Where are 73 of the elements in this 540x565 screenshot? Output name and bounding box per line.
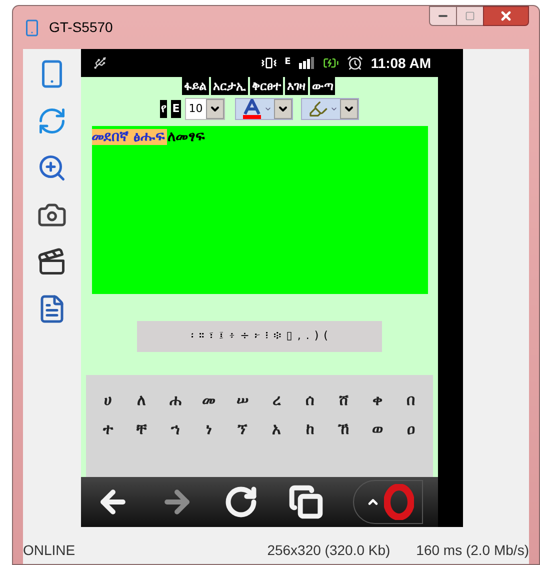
menu-item[interactable]: አርታኢ xyxy=(211,77,248,95)
dropdown-arrow-button[interactable] xyxy=(274,99,292,119)
punctuation-key[interactable]: ፥ xyxy=(229,328,236,345)
screen-size: 256x320 (320.0 Kb) xyxy=(267,541,390,560)
maximize-button[interactable] xyxy=(457,6,483,26)
punctuation-key[interactable]: ( xyxy=(324,328,328,345)
menu-item[interactable]: ውጣ xyxy=(310,77,335,95)
keyboard-key[interactable]: ሰ xyxy=(296,389,324,412)
minimize-button[interactable] xyxy=(429,6,457,26)
punctuation-key[interactable]: . xyxy=(306,328,310,345)
highlighter-icon xyxy=(308,99,328,119)
vibrate-icon xyxy=(260,55,277,71)
keyboard-key[interactable]: መ xyxy=(194,389,223,412)
script-button[interactable]: E xyxy=(171,100,181,118)
highlight-color-picker[interactable] xyxy=(300,98,359,120)
keyboard-key[interactable]: ቸ xyxy=(128,418,156,440)
punctuation-key[interactable]: ) xyxy=(314,328,319,345)
editor-text: መደበኛ ፅሑፍ ለመፃፍ xyxy=(92,129,204,145)
punctuation-key[interactable]: ፦ xyxy=(254,328,260,345)
dropdown-arrow-button[interactable] xyxy=(206,99,224,119)
window-title: GT-S5570 xyxy=(49,18,113,37)
keyboard-key[interactable]: አ xyxy=(262,418,290,440)
caret-icon xyxy=(330,105,338,113)
connection-status: ONLINE xyxy=(23,541,76,560)
punctuation-key[interactable]: ÷ xyxy=(240,328,250,345)
signal-icon xyxy=(298,57,315,69)
usb-icon xyxy=(93,56,107,70)
script-button[interactable]: የ xyxy=(160,100,168,118)
keyboard-key[interactable]: ኀ xyxy=(161,418,190,440)
keyboard-key[interactable]: ነ xyxy=(194,418,223,440)
keyboard-key[interactable]: ሐ xyxy=(161,389,190,412)
dropdown-arrow-button[interactable] xyxy=(340,99,358,119)
menu-item[interactable]: ቅርፀተ xyxy=(250,77,283,95)
keyboard-key[interactable]: ረ xyxy=(262,389,290,412)
keyboard-key[interactable]: ቀ xyxy=(363,389,392,412)
tabs-button[interactable] xyxy=(288,485,323,519)
keyboard-key[interactable]: ኸ xyxy=(330,418,358,440)
clock-time: 11:08 AM xyxy=(370,54,431,72)
punctuation-key[interactable]: ▯ xyxy=(286,328,292,345)
keyboard-key[interactable]: ተ xyxy=(94,418,122,440)
keyboard-key[interactable]: ኘ xyxy=(228,418,257,440)
keyboard-key[interactable]: ለ xyxy=(128,389,156,412)
reload-button[interactable] xyxy=(224,485,258,519)
font-color-icon xyxy=(242,99,262,119)
punctuation-key[interactable]: ፣ xyxy=(209,328,214,345)
menu-item[interactable]: ፋይል xyxy=(182,77,209,95)
phone-icon xyxy=(23,18,41,36)
logo-icon xyxy=(384,484,414,520)
network-type: E xyxy=(284,56,291,70)
maximize-icon xyxy=(465,11,475,21)
keyboard-key[interactable]: ሠ xyxy=(228,389,257,412)
alarm-icon xyxy=(346,55,363,71)
text-editor[interactable]: መደበኛ ፅሑፍ ለመፃፍ xyxy=(92,126,428,294)
punctuation-key[interactable]: ፡ xyxy=(191,328,194,345)
keyboard-key[interactable]: ሸ xyxy=(330,389,358,412)
browser-menu-button[interactable] xyxy=(352,480,423,524)
punctuation-key[interactable]: ። xyxy=(199,328,204,345)
keyboard-key[interactable]: በ xyxy=(396,389,425,412)
punctuation-key[interactable]: ፨ xyxy=(273,328,282,345)
close-button[interactable] xyxy=(483,6,529,26)
punctuation-key[interactable]: ፤ xyxy=(219,328,224,345)
caret-icon xyxy=(264,105,272,113)
font-color-picker[interactable] xyxy=(234,98,293,120)
keyboard-key[interactable]: ሀ xyxy=(94,389,122,412)
close-icon xyxy=(499,9,513,23)
font-size-select[interactable]: 10 xyxy=(184,98,225,120)
keyboard-key[interactable]: ወ xyxy=(363,418,392,440)
keyboard-key[interactable]: ዐ xyxy=(396,418,425,440)
connection-speed: 160 ms (2.0 Mb/s) xyxy=(416,541,529,560)
menu-item[interactable]: እገዛ xyxy=(285,77,308,95)
punctuation-key[interactable]: ፧ xyxy=(265,328,268,345)
punctuation-key[interactable]: , xyxy=(297,328,301,345)
keyboard-key[interactable]: ከ xyxy=(296,418,324,440)
